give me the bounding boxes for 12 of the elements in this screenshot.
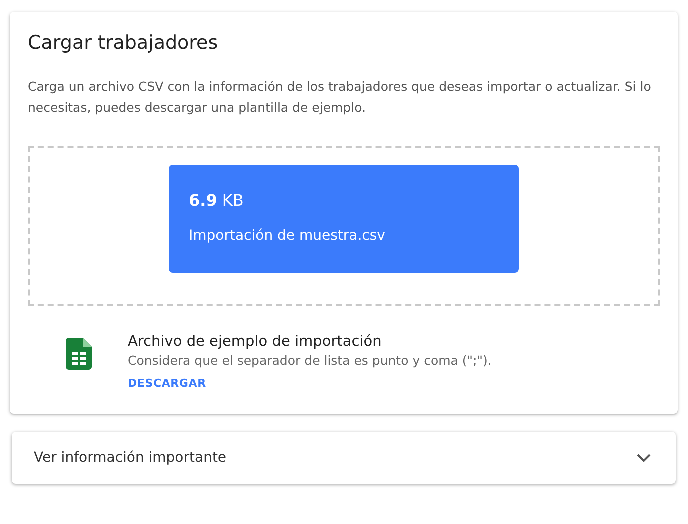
info-accordion[interactable]: Ver información importante (12, 432, 676, 484)
file-name: Importación de muestra.csv (189, 228, 386, 244)
download-link[interactable]: DESCARGAR (128, 377, 206, 390)
chevron-icon (636, 453, 652, 463)
spreadsheet-icon (66, 338, 92, 370)
file-size: 6.9 KB (189, 191, 245, 210)
drop-zone[interactable]: 6.9 KB Importación de muestra.csv (28, 146, 660, 306)
sample-title: Archivo de ejemplo de importación (128, 334, 382, 350)
card-description: Carga un archivo CSV con la información de los trabajadores que deseas importar o actualizar. Si lo necesitas, puedes descargar una plantilla de ejemplo. (28, 78, 652, 117)
file-tile[interactable]: 6.9 KB Importación de muestra.csv (169, 165, 519, 273)
sample-note: Considera que el separador de lista es punto y coma (";"). (128, 353, 492, 368)
card-title: Cargar trabajadores (28, 32, 220, 54)
